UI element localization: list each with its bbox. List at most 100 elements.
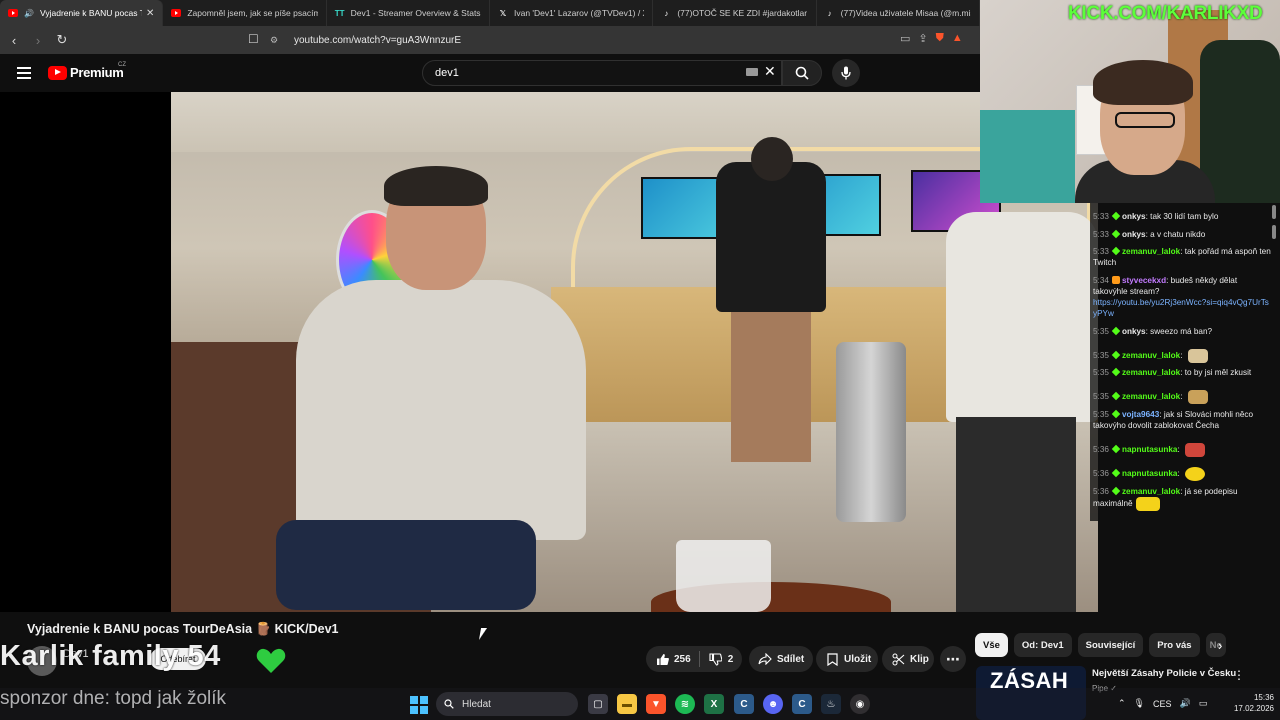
bookmark-icon[interactable]: ☐ (248, 32, 259, 46)
like-count[interactable]: 256 (674, 654, 691, 665)
badge-icon (1111, 409, 1121, 419)
youtube-icon (8, 8, 18, 18)
taskbar-search[interactable]: Hledat (436, 692, 578, 716)
ccleaner-icon[interactable]: C (734, 694, 754, 714)
address-bar[interactable]: ⚙ youtube.com/watch?v=guA3WnnzurE (270, 30, 890, 50)
windows-start-icon[interactable] (410, 696, 428, 714)
close-tab-icon[interactable]: ✕ (146, 8, 154, 19)
network-icon[interactable]: ▭ (1199, 698, 1208, 709)
share-button[interactable]: Sdílet (749, 646, 813, 672)
search-button[interactable] (782, 60, 822, 86)
youtube-icon (171, 8, 182, 18)
share-label: Sdílet (777, 653, 805, 665)
clip-button[interactable]: Klip (882, 646, 934, 672)
chat-message: 5:35 zemanuv_lalok: (1093, 349, 1271, 363)
browser-tab-youtube-video[interactable]: 🔊 Vyjadrenie k BANU pocas Tou ✕ (0, 0, 164, 26)
file-explorer-icon[interactable]: ▬ (617, 694, 637, 714)
chat-link[interactable]: https://youtu.be/yu2Rj3enWcc?si=qiq4vQg7… (1093, 298, 1269, 318)
speaker-icon[interactable]: 🔊 (24, 8, 34, 18)
webcam-hair (1093, 60, 1193, 105)
badge-icon (1111, 229, 1121, 239)
browser-tab[interactable]: TT Dev1 - Streamer Overview & Stats - T (327, 0, 490, 26)
taskbar-search-placeholder: Hledat (462, 698, 491, 710)
steam-icon[interactable]: ♨ (821, 694, 841, 714)
webcam-gaming-chair (1200, 40, 1280, 203)
keyboard-icon[interactable] (746, 68, 758, 76)
chevron-right-icon[interactable]: › (1218, 638, 1222, 653)
chat-scrollbar[interactable] (1272, 203, 1276, 521)
kebab-menu-icon[interactable]: ⋮ (1233, 668, 1245, 682)
url-text: youtube.com/watch?v=guA3WnnzurE (294, 34, 462, 46)
bookmark-save-icon (824, 651, 840, 667)
browser-tab[interactable]: ♪ (77)OTOČ SE KE ZDI #jardakotlar #k (653, 0, 817, 26)
scene-cup (676, 540, 771, 612)
tab-title: Zapomněl jsem, jak se píše psacím... (187, 8, 318, 18)
stream-chat: 5:33 onkys: tak 30 lidí tam bylo 5:33 onky… (1090, 203, 1280, 521)
task-view-icon[interactable]: ▢ (588, 694, 608, 714)
badge-icon (1111, 367, 1121, 377)
excel-icon[interactable]: X (704, 694, 724, 714)
browser-tab[interactable]: ♪ (77)Videa uživatele Misaa (@m.misa (817, 0, 980, 26)
tab-title: (77)OTOČ SE KE ZDI #jardakotlar #k (677, 8, 808, 18)
youtube-header: Premium CZ dev1 ✕ (0, 54, 980, 92)
youtube-premium-logo[interactable]: Premium CZ (48, 62, 126, 80)
tab-title: Ivan 'Dev1' Lazarov (@TVDev1) / X (513, 8, 645, 18)
badge-icon (1111, 211, 1121, 221)
search-input[interactable]: dev1 (422, 60, 782, 86)
volume-icon[interactable]: 🔊 (1180, 698, 1191, 709)
sidebar-filter-chips: Vše Od: Dev1 Související Pro vás Ne (975, 633, 1226, 657)
tray-chevron-icon[interactable]: ⌃ (1118, 698, 1126, 709)
menu-icon[interactable] (17, 67, 31, 79)
cat-emote (1187, 349, 1208, 363)
brave-shield-icon[interactable]: ⛊ (936, 32, 944, 45)
reload-icon[interactable]: ↻ (52, 30, 72, 50)
browser-tab[interactable]: Zapomněl jsem, jak se píše psacím... (163, 0, 327, 26)
site-info-icon[interactable]: ⚙ (270, 35, 284, 46)
chat-message: 5:33 onkys: a v chatu nikdo (1093, 229, 1206, 239)
brave-icon[interactable]: ▼ (646, 694, 666, 714)
voice-search-button[interactable] (832, 59, 860, 87)
stream-overlay-family: Karlik family 54 (0, 640, 221, 672)
clock-time: 15:36 (1253, 693, 1274, 702)
obs-icon[interactable]: ◉ (850, 694, 870, 714)
cast-icon[interactable]: ▭ (900, 32, 910, 45)
browser-toolbar: ‹ › ↻ ☐ ⚙ youtube.com/watch?v=guA3Wnnzur… (0, 26, 980, 54)
back-icon[interactable]: ‹ (4, 30, 24, 50)
chip-all[interactable]: Vše (975, 633, 1008, 657)
browser-toolbar-actions: ▭ ⇪ ⛊ ▲ (900, 32, 963, 45)
share-page-icon[interactable]: ⇪ (918, 32, 927, 45)
chat-message: 5:35 onkys: sweezo má ban? (1093, 326, 1213, 336)
microphone-icon (841, 66, 851, 80)
app-icon[interactable]: C (792, 694, 812, 714)
clip-label: Klip (910, 653, 929, 665)
like-icon[interactable] (654, 651, 670, 667)
language-indicator[interactable]: CES (1153, 699, 1172, 709)
dislike-icon[interactable] (708, 651, 724, 667)
badge-icon (1111, 486, 1121, 496)
chip-partial[interactable]: Ne (1205, 633, 1226, 657)
save-button[interactable]: Uložit (816, 646, 878, 672)
webcam-bed (980, 110, 1075, 203)
scene-suitcase (836, 342, 906, 522)
forward-icon[interactable]: › (28, 30, 48, 50)
youtube-logo-icon (48, 65, 67, 80)
smiley-emote (1185, 467, 1206, 481)
spotify-icon[interactable]: ≋ (675, 694, 695, 714)
recommended-title[interactable]: Největší Zásahy Policie v Česku (1092, 668, 1236, 679)
chip-for-you[interactable]: Pro vás (1149, 633, 1200, 657)
mouse-cursor-icon (478, 628, 494, 640)
microphone-tray-icon[interactable]: 🎙 (1134, 698, 1145, 709)
dislike-count[interactable]: 2 (728, 654, 734, 665)
clear-search-icon[interactable]: ✕ (764, 63, 776, 80)
laugh-emote (1135, 497, 1160, 511)
brave-rewards-icon[interactable]: ▲ (952, 32, 963, 45)
video-player[interactable] (0, 92, 1098, 612)
browser-tab[interactable]: 𝕏 Ivan 'Dev1' Lazarov (@TVDev1) / X (490, 0, 654, 26)
chip-related[interactable]: Související (1077, 633, 1144, 657)
discord-icon[interactable]: ☻ (763, 694, 783, 714)
chip-from-dev1[interactable]: Od: Dev1 (1013, 633, 1072, 657)
taskbar-clock[interactable]: 15:36 17.02.2026 (1228, 692, 1274, 714)
screen: 🔊 Vyjadrenie k BANU pocas Tou ✕ Zapomněl… (0, 0, 1280, 720)
tiktok-icon: ♪ (827, 8, 832, 18)
more-actions-button[interactable]: ⋯ (940, 646, 966, 672)
